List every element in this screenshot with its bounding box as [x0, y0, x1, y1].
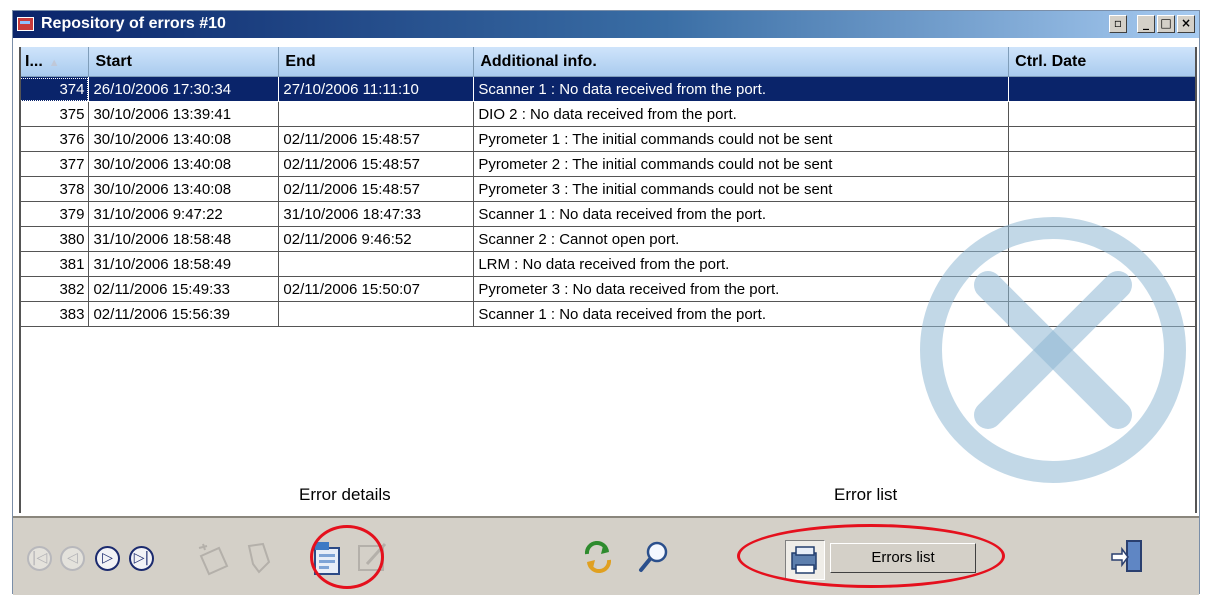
close-button[interactable]: ×	[1177, 15, 1195, 33]
next-record-icon[interactable]: ▷	[95, 546, 120, 571]
restore-icon[interactable]: ▫	[1109, 15, 1127, 33]
window-controls: ▫ _ □ ×	[1109, 15, 1195, 33]
search-icon[interactable]	[635, 538, 673, 576]
first-record-icon[interactable]: |◁	[27, 546, 52, 571]
maximize-button[interactable]: □	[1157, 15, 1175, 33]
last-record-icon[interactable]: ▷|	[129, 546, 154, 571]
errors-repository-window: Repository of errors #10 ▫ _ □ × I... ▲ S…	[12, 10, 1200, 595]
refresh-icon[interactable]	[581, 540, 615, 574]
exit-icon[interactable]	[1108, 536, 1150, 578]
bottom-toolbar: |◁ ◁ ▷ ▷| Errors list	[13, 516, 1199, 595]
app-icon	[17, 17, 34, 31]
minimize-button[interactable]: _	[1137, 15, 1155, 33]
window-title: Repository of errors #10	[41, 15, 226, 32]
delete-record-icon[interactable]	[241, 536, 275, 578]
new-record-icon[interactable]	[193, 536, 235, 578]
error-list-caption: Error list	[834, 485, 898, 504]
error-details-highlight	[310, 525, 384, 589]
title-bar[interactable]: Repository of errors #10 ▫ _ □ ×	[13, 11, 1199, 38]
error-list-highlight	[737, 524, 1005, 588]
previous-record-icon[interactable]: ◁	[60, 546, 85, 571]
error-watermark-icon	[920, 217, 1186, 483]
error-details-caption: Error details	[299, 485, 391, 504]
